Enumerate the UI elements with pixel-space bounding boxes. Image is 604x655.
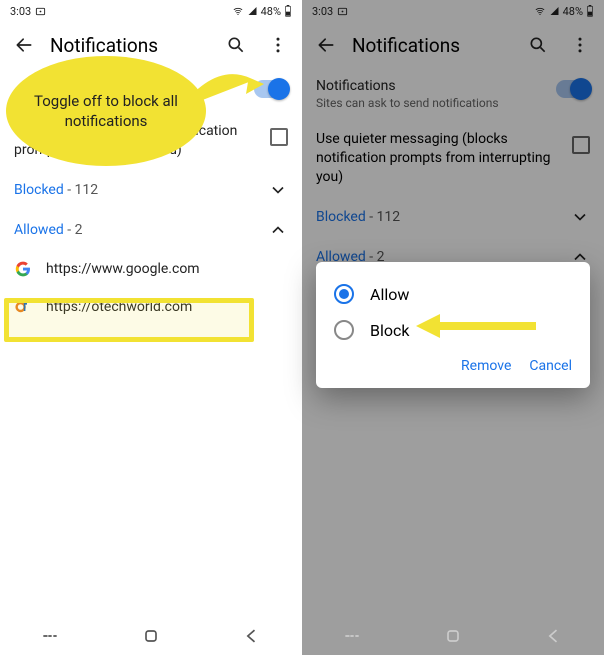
battery-pct: 48% xyxy=(261,5,281,18)
radio-on-icon[interactable] xyxy=(334,284,354,304)
battery-icon xyxy=(586,5,594,17)
cancel-button[interactable]: Cancel xyxy=(529,358,572,374)
block-label: Block xyxy=(370,321,409,340)
search-icon[interactable] xyxy=(522,29,554,61)
callout-text: Toggle off to block all notifications xyxy=(30,91,182,132)
highlight-box xyxy=(4,298,254,342)
site-row-google[interactable]: https://www.google.com xyxy=(0,250,302,288)
left-screenshot: 3:03 48% Notifications xyxy=(0,0,302,655)
callout-arrow-icon xyxy=(172,60,272,120)
allowed-count: - 2 xyxy=(67,222,82,238)
quieter-checkbox[interactable] xyxy=(270,128,288,146)
chevron-down-icon xyxy=(570,207,590,227)
home-icon[interactable] xyxy=(141,626,161,646)
recents-icon[interactable] xyxy=(40,626,60,646)
option-allow[interactable]: Allow xyxy=(328,276,578,312)
wifi-icon xyxy=(232,6,244,16)
annotation-arrow-icon xyxy=(416,314,546,338)
allowed-row[interactable]: Allowed - 2 xyxy=(0,210,302,250)
blocked-label: Blocked xyxy=(316,209,366,225)
back-nav-icon[interactable] xyxy=(242,626,262,646)
screenshot-icon xyxy=(35,6,46,17)
recents-icon[interactable] xyxy=(342,626,362,646)
chevron-down-icon xyxy=(268,180,288,200)
blocked-row[interactable]: Blocked - 112 xyxy=(302,197,604,237)
site-url: https://www.google.com xyxy=(46,261,200,277)
quieter-messaging-row[interactable]: Use quieter messaging (blocks notificati… xyxy=(302,120,604,197)
notifications-toggle[interactable] xyxy=(556,80,590,98)
wifi-icon xyxy=(534,6,546,16)
more-icon[interactable] xyxy=(564,29,596,61)
battery-icon xyxy=(284,5,292,17)
right-screenshot: 3:03 48% Notifications xyxy=(302,0,604,655)
back-nav-icon[interactable] xyxy=(544,626,564,646)
home-icon[interactable] xyxy=(443,626,463,646)
android-nav-bar xyxy=(0,617,302,655)
status-bar: 3:03 48% xyxy=(0,0,302,22)
allowed-label: Allowed xyxy=(14,222,64,238)
quieter-checkbox[interactable] xyxy=(572,136,590,154)
back-icon[interactable] xyxy=(310,29,342,61)
blocked-count: - 112 xyxy=(67,182,98,198)
screenshot-icon xyxy=(337,6,348,17)
blocked-count: - 112 xyxy=(369,209,400,225)
signal-icon xyxy=(247,6,258,16)
app-header: Notifications xyxy=(302,22,604,68)
signal-icon xyxy=(549,6,560,16)
chevron-up-icon xyxy=(268,220,288,240)
notif-title: Notifications xyxy=(316,78,546,94)
remove-button[interactable]: Remove xyxy=(461,358,511,374)
search-icon[interactable] xyxy=(220,29,252,61)
status-bar: 3:03 48% xyxy=(302,0,604,22)
google-favicon-icon xyxy=(14,260,32,278)
status-time: 3:03 xyxy=(312,5,333,18)
more-icon[interactable] xyxy=(262,29,294,61)
notif-sub: Sites can ask to send notifications xyxy=(316,96,546,110)
radio-off-icon[interactable] xyxy=(334,320,354,340)
back-icon[interactable] xyxy=(8,29,40,61)
notifications-toggle-row[interactable]: Notifications Sites can ask to send noti… xyxy=(302,68,604,120)
blocked-label: Blocked xyxy=(14,182,64,198)
quiet-line: Use quieter messaging (blocks notificati… xyxy=(316,130,562,187)
page-title: Notifications xyxy=(50,34,210,57)
allow-label: Allow xyxy=(370,285,409,304)
battery-pct: 48% xyxy=(563,5,583,18)
android-nav-bar xyxy=(302,617,604,655)
status-time: 3:03 xyxy=(10,5,31,18)
page-title: Notifications xyxy=(352,34,512,57)
blocked-row[interactable]: Blocked - 112 xyxy=(0,170,302,210)
